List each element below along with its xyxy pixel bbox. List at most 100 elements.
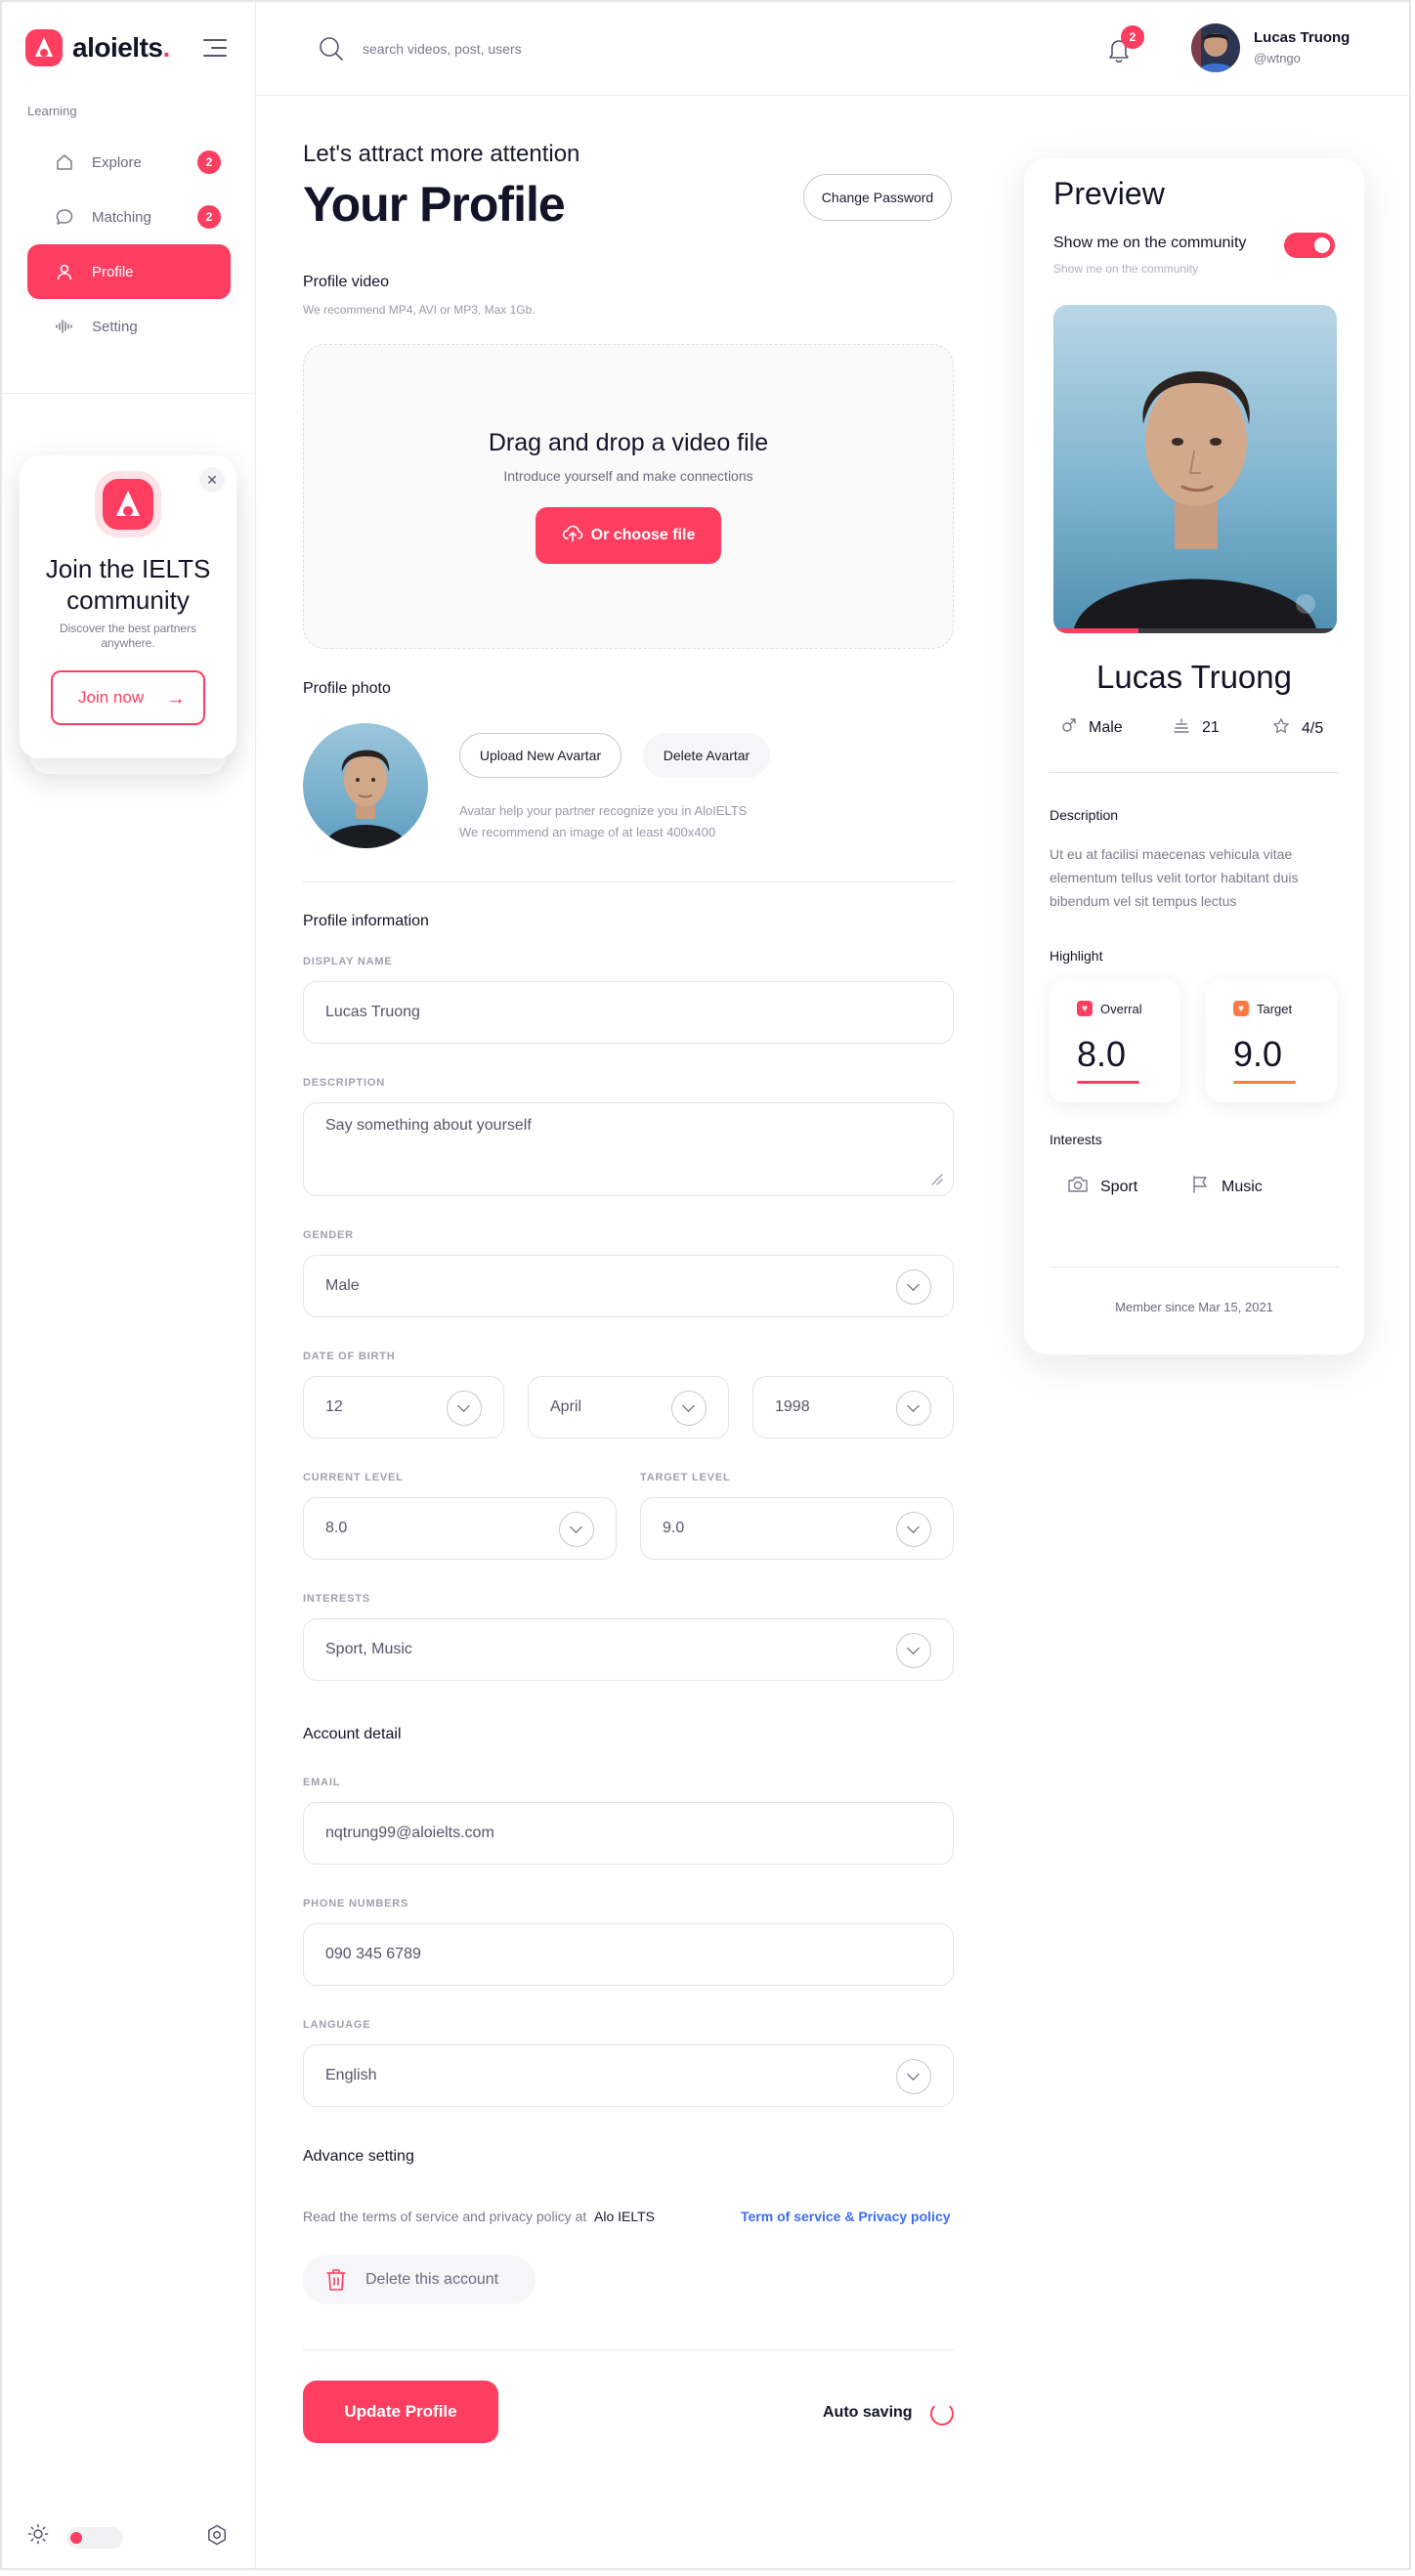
menu-toggle-icon[interactable] (203, 39, 227, 57)
current-level-label: CURRENT LEVEL (303, 1472, 404, 1483)
sidebar-item-label: Profile (92, 263, 134, 280)
gear-icon[interactable] (205, 2523, 229, 2547)
overall-underline (1077, 1081, 1139, 1084)
change-password-button[interactable]: Change Password (803, 174, 952, 221)
sidebar-item-label: Matching (92, 208, 151, 226)
chevron-down-icon (896, 1633, 931, 1668)
chevron-down-icon (896, 1391, 931, 1426)
resize-handle-icon[interactable] (929, 1172, 943, 1185)
update-profile-button[interactable]: Update Profile (303, 2381, 498, 2443)
phone-label: PHONE NUMBERS (303, 1898, 409, 1910)
close-icon[interactable]: ✕ (199, 467, 225, 493)
logo-icon (25, 29, 63, 66)
terms-link[interactable]: Term of service & Privacy policy (741, 2209, 951, 2224)
search-icon[interactable] (318, 35, 345, 63)
highlight-heading: Highlight (1050, 948, 1103, 964)
target-score: 9.0 (1233, 1034, 1283, 1074)
member-since: Member since Mar 15, 2021 (1115, 1300, 1273, 1314)
home-icon (55, 152, 74, 172)
preview-video[interactable] (1053, 305, 1337, 633)
interests-label: INTERESTS (303, 1593, 370, 1605)
advance-setting-title: Advance setting (303, 2148, 414, 2165)
avatar[interactable] (1191, 23, 1240, 72)
divider (303, 2349, 954, 2350)
theme-toggle[interactable] (66, 2527, 123, 2549)
email-field[interactable]: nqtrung99@aloielts.com (303, 1802, 954, 1865)
dropzone-title: Drag and drop a video file (488, 429, 769, 456)
preview-stats: Male 21 4/5 (1051, 717, 1341, 743)
email-label: EMAIL (303, 1777, 341, 1788)
app-logo-icon (103, 479, 153, 530)
flag-icon (1190, 1175, 1210, 1199)
video-dropzone[interactable]: Drag and drop a video file Introduce you… (303, 344, 954, 649)
promo-title: Join the IELTS community (45, 554, 211, 615)
description-heading: Description (1050, 807, 1119, 823)
delete-account-button[interactable]: Delete this account (303, 2255, 536, 2304)
target-level-select[interactable]: 9.0 (640, 1497, 954, 1560)
profile-photo (303, 723, 428, 848)
overall-score: 8.0 (1077, 1034, 1127, 1074)
sidebar-item-label: Explore (92, 153, 142, 171)
logo[interactable]: aloielts. (25, 27, 170, 68)
sidebar: aloielts. Learning Explore 2 Matching 2 (2, 2, 256, 2568)
page-title: Your Profile (303, 177, 566, 232)
choose-file-button[interactable]: Or choose file (536, 507, 721, 564)
language-select[interactable]: English (303, 2044, 954, 2107)
current-level-select[interactable]: 8.0 (303, 1497, 617, 1560)
sidebar-item-explore[interactable]: Explore 2 (27, 135, 231, 190)
preview-title: Preview (1053, 176, 1165, 211)
promo-subtitle: Discover the best partners anywhere. (59, 622, 197, 650)
display-name-field[interactable]: Lucas Truong (303, 981, 954, 1044)
target-level-label: TARGET LEVEL (640, 1472, 731, 1483)
profile-photo-title: Profile photo (303, 680, 391, 697)
divider (1050, 772, 1339, 773)
preview-description: Ut eu at facilisi maecenas vehicula vita… (1050, 846, 1299, 909)
camera-icon (1067, 1175, 1089, 1199)
chevron-down-icon (671, 1391, 707, 1426)
loading-spinner-icon (930, 2402, 954, 2426)
search-input[interactable] (363, 35, 851, 63)
user-handle: @wtngo (1254, 51, 1301, 65)
sidebar-item-profile[interactable]: Profile (27, 244, 231, 299)
show-community-toggle[interactable] (1284, 233, 1335, 258)
page-subtitle: Let's attract more attention (303, 141, 580, 167)
dob-day-select[interactable]: 12 (303, 1376, 504, 1438)
interests-select[interactable]: Sport, Music (303, 1618, 954, 1681)
gender-label: GENDER (303, 1229, 354, 1241)
avatar-hint-1: Avatar help your partner recognize you i… (459, 803, 748, 818)
join-now-button[interactable]: Join now → (51, 670, 205, 725)
description-field[interactable]: Say something about yourself (303, 1102, 954, 1196)
upload-avatar-button[interactable]: Upload New Avartar (459, 733, 622, 778)
gender-select[interactable]: Male (303, 1255, 954, 1317)
user-name: Lucas Truong (1254, 29, 1351, 46)
dob-year-select[interactable]: 1998 (752, 1376, 954, 1438)
user-icon (55, 262, 74, 281)
terms-text: Read the terms of service and privacy po… (303, 2209, 656, 2224)
sidebar-item-setting[interactable]: Setting (27, 299, 231, 354)
avatar-hint-2: We recommend an image of at least 400x40… (459, 825, 716, 839)
divider (303, 881, 954, 882)
preview-card: Preview Show me on the community Show me… (1024, 158, 1364, 1354)
delete-avatar-button[interactable]: Delete Avartar (643, 733, 770, 778)
chevron-down-icon (559, 1512, 594, 1547)
gender-stat: Male (1061, 717, 1123, 738)
top-bar: 2 Lucas Truong @wtngo (257, 2, 1409, 96)
sidebar-footer (2, 2508, 256, 2566)
interests-heading: Interests (1050, 1132, 1102, 1147)
dropzone-subtitle: Introduce yourself and make connections (503, 468, 753, 484)
chat-icon (55, 207, 74, 227)
explore-badge: 2 (197, 150, 221, 174)
star-icon (1272, 717, 1290, 740)
dob-month-select[interactable]: April (528, 1376, 729, 1438)
display-name-label: DISPLAY NAME (303, 956, 393, 967)
promo-card: ✕ Join the IELTS community Discover the … (20, 455, 236, 758)
video-progress-bar[interactable] (1053, 628, 1337, 633)
notification-badge: 2 (1121, 25, 1144, 49)
upload-cloud-icon (562, 525, 583, 547)
sidebar-item-matching[interactable]: Matching 2 (27, 190, 231, 244)
male-icon (1061, 717, 1077, 738)
sidebar-nav: Explore 2 Matching 2 Profile Setting (27, 135, 231, 354)
phone-field[interactable]: 090 345 6789 (303, 1923, 954, 1986)
target-underline (1233, 1081, 1296, 1084)
join-community-card: ✕ Join the IELTS community Discover the … (20, 455, 236, 778)
